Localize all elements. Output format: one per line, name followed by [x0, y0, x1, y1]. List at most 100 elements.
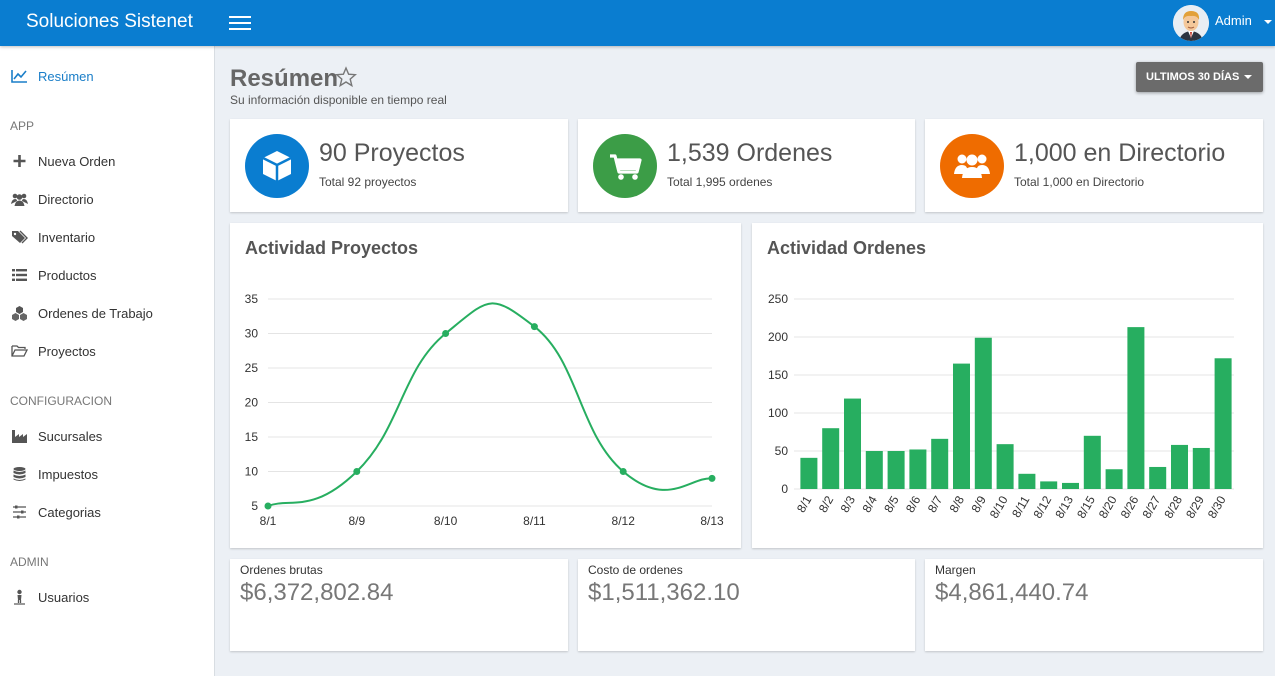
bar[interactable]	[996, 444, 1014, 489]
bar[interactable]	[1040, 481, 1058, 489]
sidebar-item-impuestos[interactable]: Impuestos	[0, 459, 215, 489]
sidebar-item-label: Impuestos	[38, 467, 98, 482]
x-tick-label: 8/26	[1118, 493, 1142, 521]
sidebar-item-label: Inventario	[38, 230, 96, 245]
sidebar-item-directorio[interactable]: Directorio	[0, 184, 215, 214]
bar[interactable]	[1214, 358, 1232, 489]
stat-icon-circle	[245, 134, 309, 198]
sidebar-item-label: Proyectos	[38, 344, 96, 359]
bar[interactable]	[843, 398, 862, 489]
x-tick-label: 8/1	[260, 514, 277, 528]
data-point[interactable]	[530, 323, 538, 331]
y-tick-label: 35	[245, 292, 259, 306]
data-point[interactable]	[619, 468, 627, 475]
date-range-dropdown[interactable]: ULTIMOS 30 DÍAS	[1136, 62, 1263, 92]
bar[interactable]	[865, 451, 883, 489]
y-tick-label: 30	[245, 327, 259, 341]
stat-main-text: 90 Proyectos	[319, 139, 465, 167]
sidebar-item-nueva-orden[interactable]: Nueva Orden	[0, 146, 215, 176]
brand-title[interactable]: Soluciones Sistenet	[26, 11, 193, 33]
avatar	[1173, 5, 1209, 41]
bar[interactable]	[909, 449, 927, 489]
sidebar-item-resumen[interactable]: Resúmen	[0, 61, 215, 91]
stat-main-text: 1,000 en Directorio	[1014, 139, 1226, 167]
caret-down-icon	[1244, 75, 1252, 79]
section-header-admin: ADMIN	[10, 555, 49, 569]
x-tick-label: 8/12	[612, 514, 636, 528]
user-menu[interactable]: Admin	[1165, 0, 1275, 46]
bar[interactable]	[822, 428, 840, 489]
hamburger-menu-icon[interactable]	[229, 12, 251, 32]
user-icon	[14, 589, 25, 605]
bar[interactable]	[931, 438, 949, 489]
bar[interactable]	[952, 363, 971, 489]
chart-line-icon	[11, 70, 27, 83]
financial-value: $6,372,802.84	[240, 579, 394, 606]
data-point[interactable]	[442, 330, 450, 337]
list-icon	[12, 269, 27, 281]
sidebar-item-proyectos[interactable]: Proyectos	[0, 336, 215, 366]
bar[interactable]	[1170, 444, 1189, 489]
username-label: Admin	[1215, 13, 1252, 28]
x-tick-label: 8/8	[947, 493, 968, 515]
x-tick-label: 8/20	[1096, 493, 1120, 521]
sidebar-item-label: Nueva Orden	[38, 154, 116, 169]
bar[interactable]	[1127, 327, 1145, 489]
plus-icon	[13, 155, 26, 167]
financial-card-costo: Costo de ordenes $1,511,362.10	[578, 559, 915, 651]
data-point[interactable]	[353, 468, 361, 475]
y-tick-label: 150	[768, 368, 788, 382]
stat-sub-text: Total 92 proyectos	[319, 175, 417, 189]
financial-label: Ordenes brutas	[240, 563, 323, 577]
x-tick-label: 8/12	[1030, 493, 1054, 521]
star-icon[interactable]	[335, 66, 357, 88]
x-tick-label: 8/30	[1205, 493, 1229, 521]
financial-value: $1,511,362.10	[588, 579, 740, 606]
stat-icon-circle	[940, 134, 1004, 198]
sidebar-item-label: Directorio	[38, 192, 94, 207]
bar[interactable]	[1018, 473, 1036, 489]
data-point[interactable]	[708, 474, 716, 482]
x-tick-label: 8/5	[881, 493, 902, 515]
sidebar-item-label: Categorias	[38, 505, 101, 520]
bar[interactable]	[887, 451, 905, 489]
x-tick-label: 8/13	[700, 514, 724, 528]
x-tick-label: 8/6	[903, 493, 924, 515]
bar[interactable]	[1061, 482, 1080, 489]
x-tick-label: 8/27	[1139, 493, 1163, 521]
y-tick-label: 25	[245, 361, 259, 375]
database-icon	[13, 467, 26, 481]
bar[interactable]	[1149, 466, 1167, 489]
x-tick-label: 8/9	[348, 514, 365, 528]
chart-card-ordenes: Actividad Ordenes 0 50 100 150 200 250 8/1 8/2 8…	[752, 223, 1263, 548]
sidebar-item-ordenes-trabajo[interactable]: Ordenes de Trabajo	[0, 298, 215, 328]
bar[interactable]	[974, 337, 992, 489]
bar[interactable]	[1105, 469, 1123, 489]
industry-icon	[12, 430, 27, 443]
users-icon	[954, 154, 990, 178]
financial-label: Costo de ordenes	[588, 563, 683, 577]
data-point[interactable]	[264, 502, 272, 510]
bar[interactable]	[1083, 435, 1101, 489]
financial-value: $4,861,440.74	[935, 579, 1089, 606]
date-range-label: ULTIMOS 30 DÍAS	[1146, 71, 1240, 83]
y-tick-label: 250	[768, 292, 788, 306]
chart-card-proyectos: Actividad Proyectos 5 10 15 20 25 30 35 8/1 8/9 8…	[230, 223, 741, 548]
stat-main-text: 1,539 Ordenes	[667, 139, 833, 167]
sidebar-item-inventario[interactable]: Inventario	[0, 222, 215, 252]
stat-icon-circle	[593, 134, 657, 198]
section-header-configuracion: CONFIGURACION	[10, 394, 112, 408]
sidebar-item-label: Ordenes de Trabajo	[38, 306, 153, 321]
sidebar-item-usuarios[interactable]: Usuarios	[0, 582, 215, 612]
x-tick-label: 8/1	[794, 493, 815, 515]
financial-label: Margen	[935, 563, 976, 577]
line-chart: 5 10 15 20 25 30 35 8/1 8/9 8/10 8/11 8/12 8/13	[245, 292, 724, 528]
y-tick-label: 15	[245, 430, 259, 444]
sidebar-item-sucursales[interactable]: Sucursales	[0, 421, 215, 451]
bar[interactable]	[1192, 447, 1210, 489]
x-tick-label: 8/28	[1161, 493, 1185, 521]
bar[interactable]	[800, 457, 818, 489]
sidebar-item-categorias[interactable]: Categorias	[0, 497, 215, 527]
y-tick-label: 200	[768, 330, 788, 344]
sidebar-item-productos[interactable]: Productos	[0, 260, 215, 290]
